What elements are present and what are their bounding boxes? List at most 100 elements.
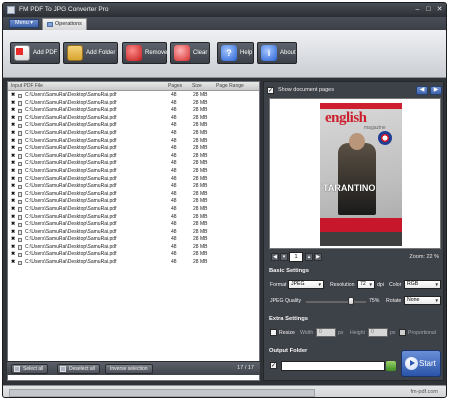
column-pages[interactable]: Pages [168, 83, 182, 89]
table-row[interactable]: ✖ C:\Users\SamuRai\Desktop\SamuRai.pdf 48 2… [8, 130, 259, 138]
close-icon[interactable]: ✖ [11, 229, 16, 237]
close-icon[interactable]: ✖ [11, 244, 16, 252]
resize-checkbox[interactable] [270, 329, 277, 336]
close-icon[interactable]: ✖ [11, 221, 16, 229]
tab-operations[interactable]: Operations [42, 18, 87, 30]
deselect-all-button[interactable]: Deselect all [57, 364, 100, 374]
resolution-label: Resolution [330, 282, 355, 288]
clear-button[interactable]: Clear [170, 42, 210, 64]
row-path: C:\Users\SamuRai\Desktop\SamuRai.pdf [25, 190, 117, 197]
table-row[interactable]: ✖ C:\Users\SamuRai\Desktop\SamuRai.pdf 48 2… [8, 259, 259, 267]
select-all-button[interactable]: Select all [11, 364, 49, 374]
table-row[interactable]: ✖ C:\Users\SamuRai\Desktop\SamuRai.pdf 48 2… [8, 160, 259, 168]
close-icon[interactable]: ✖ [11, 206, 16, 214]
add-pdf-button[interactable]: Add PDF [10, 42, 60, 64]
table-row[interactable]: ✖ C:\Users\SamuRai\Desktop\SamuRai.pdf 48 2… [8, 176, 259, 184]
output-folder-checkbox[interactable]: ✓ [270, 362, 277, 369]
table-row[interactable]: ✖ C:\Users\SamuRai\Desktop\SamuRai.pdf 48 2… [8, 183, 259, 191]
close-icon[interactable]: ✖ [11, 153, 16, 161]
resize-toggle[interactable]: Resize [270, 329, 295, 336]
page-down-icon[interactable]: ▾ [280, 253, 288, 261]
row-pages: 48 [171, 221, 177, 228]
close-icon[interactable]: ✖ [11, 138, 16, 146]
open-folder-icon[interactable] [386, 361, 396, 371]
column-size[interactable]: Size [192, 83, 202, 89]
close-icon[interactable]: ✖ [11, 115, 16, 123]
menu-button[interactable]: Menu ▾ [9, 19, 39, 28]
column-input-file[interactable]: Input PDF File [11, 83, 43, 89]
add-folder-button[interactable]: Add Folder [63, 42, 118, 64]
table-row[interactable]: ✖ C:\Users\SamuRai\Desktop\SamuRai.pdf 48 2… [8, 251, 259, 259]
close-icon[interactable]: ✖ [11, 259, 16, 267]
jpeg-quality-slider[interactable] [306, 301, 366, 303]
show-pages-checkbox[interactable]: ✓ [267, 87, 274, 94]
table-row[interactable]: ✖ C:\Users\SamuRai\Desktop\SamuRai.pdf 48 2… [8, 221, 259, 229]
close-icon[interactable]: ✕ [435, 5, 444, 14]
format-select[interactable]: JPEG ▼ [288, 280, 324, 289]
close-icon[interactable]: ✖ [11, 107, 16, 115]
jpeg-quality-slider-thumb[interactable] [348, 297, 354, 305]
close-icon[interactable]: ✖ [11, 168, 16, 176]
help-label: Help [240, 50, 253, 56]
table-row[interactable]: ✖ C:\Users\SamuRai\Desktop\SamuRai.pdf 48 2… [8, 244, 259, 252]
page-up-icon[interactable]: ▴ [305, 253, 313, 261]
table-row[interactable]: ✖ C:\Users\SamuRai\Desktop\SamuRai.pdf 48 2… [8, 100, 259, 108]
close-icon[interactable]: ✖ [11, 130, 16, 138]
page-next-icon[interactable]: ▶ [314, 253, 322, 261]
close-icon[interactable]: ✖ [11, 198, 16, 206]
proportional-checkbox[interactable] [399, 329, 406, 336]
pdf-file-icon [18, 116, 22, 121]
table-row[interactable]: ✖ C:\Users\SamuRai\Desktop\SamuRai.pdf 48 2… [8, 92, 259, 100]
table-row[interactable]: ✖ C:\Users\SamuRai\Desktop\SamuRai.pdf 48 2… [8, 153, 259, 161]
inverse-selection-button[interactable]: Inverse selection [105, 364, 153, 374]
remove-button[interactable]: Remove [122, 42, 167, 64]
about-button[interactable]: i About [257, 42, 297, 64]
close-icon[interactable]: ✖ [11, 176, 16, 184]
table-row[interactable]: ✖ C:\Users\SamuRai\Desktop\SamuRai.pdf 48 2… [8, 198, 259, 206]
close-icon[interactable]: ✖ [11, 251, 16, 259]
table-row[interactable]: ✖ C:\Users\SamuRai\Desktop\SamuRai.pdf 48 2… [8, 168, 259, 176]
table-row[interactable]: ✖ C:\Users\SamuRai\Desktop\SamuRai.pdf 48 2… [8, 107, 259, 115]
start-button[interactable]: Start [401, 350, 441, 377]
remove-label: Remove [145, 50, 168, 56]
column-page-range[interactable]: Page Range [216, 83, 244, 89]
height-input[interactable]: 0 [368, 328, 388, 337]
minimize-icon[interactable]: – [413, 5, 422, 14]
deselect-all-label: Deselect all [69, 366, 95, 372]
resolution-select[interactable]: 72 ▼ [357, 280, 375, 289]
table-row[interactable]: ✖ C:\Users\SamuRai\Desktop\SamuRai.pdf 48 2… [8, 145, 259, 153]
close-icon[interactable]: ✖ [11, 191, 16, 199]
file-count: 17 / 17 [237, 365, 254, 371]
close-icon[interactable]: ✖ [11, 92, 16, 100]
page-number-input[interactable]: 1 [289, 252, 303, 262]
row-pages: 48 [171, 99, 177, 106]
table-row[interactable]: ✖ C:\Users\SamuRai\Desktop\SamuRai.pdf 48 2… [8, 229, 259, 237]
proportional-toggle[interactable]: Proportional [399, 329, 436, 336]
width-input[interactable]: 0 [316, 328, 336, 337]
next-arrow-icon[interactable]: ▶ [430, 86, 442, 95]
pdf-file-icon [18, 199, 22, 205]
close-icon[interactable]: ✖ [11, 100, 16, 108]
close-icon[interactable]: ✖ [11, 145, 16, 153]
table-row[interactable]: ✖ C:\Users\SamuRai\Desktop\SamuRai.pdf 48 2… [8, 115, 259, 123]
rotate-select[interactable]: None ▼ [404, 296, 441, 305]
table-row[interactable]: ✖ C:\Users\SamuRai\Desktop\SamuRai.pdf 48 2… [8, 191, 259, 199]
prev-arrow-icon[interactable]: ◀ [416, 86, 428, 95]
color-select[interactable]: RGB ▼ [404, 280, 441, 289]
output-folder-input[interactable] [281, 361, 385, 371]
close-icon[interactable]: ✖ [11, 160, 16, 168]
close-icon[interactable]: ✖ [11, 122, 16, 130]
table-row[interactable]: ✖ C:\Users\SamuRai\Desktop\SamuRai.pdf 48 2… [8, 236, 259, 244]
table-row[interactable]: ✖ C:\Users\SamuRai\Desktop\SamuRai.pdf 48 2… [8, 206, 259, 214]
table-row[interactable]: ✖ C:\Users\SamuRai\Desktop\SamuRai.pdf 48 2… [8, 138, 259, 146]
close-icon[interactable]: ✖ [11, 236, 16, 244]
close-icon[interactable]: ✖ [11, 183, 16, 191]
show-pages-toggle[interactable]: ✓ Show document pages [267, 85, 334, 95]
close-icon[interactable]: ✖ [11, 214, 16, 222]
table-row[interactable]: ✖ C:\Users\SamuRai\Desktop\SamuRai.pdf 48 2… [8, 122, 259, 130]
table-row[interactable]: ✖ C:\Users\SamuRai\Desktop\SamuRai.pdf 48 2… [8, 214, 259, 222]
page-prev-icon[interactable]: ◀ [271, 253, 279, 261]
help-button[interactable]: ? Help [217, 42, 254, 64]
proportional-label: Proportional [408, 330, 436, 336]
maximize-icon[interactable]: □ [424, 5, 433, 14]
